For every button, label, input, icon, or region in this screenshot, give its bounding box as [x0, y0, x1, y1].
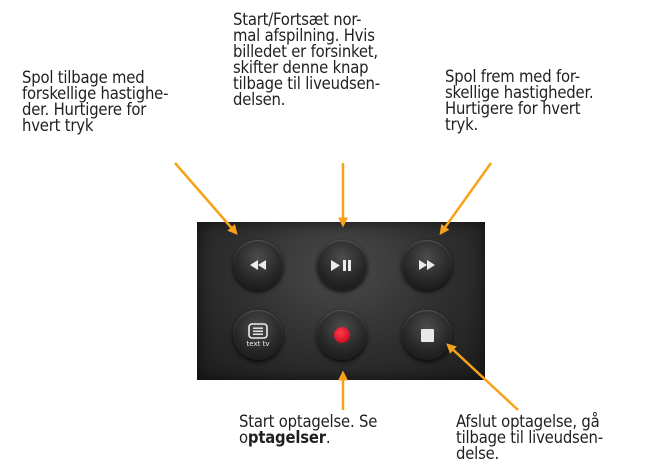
stop-arrow: [446, 343, 519, 411]
fast-forward-arrow: [439, 162, 493, 236]
rewind-arrow: [174, 162, 238, 235]
callout-arrows: [174, 162, 519, 411]
